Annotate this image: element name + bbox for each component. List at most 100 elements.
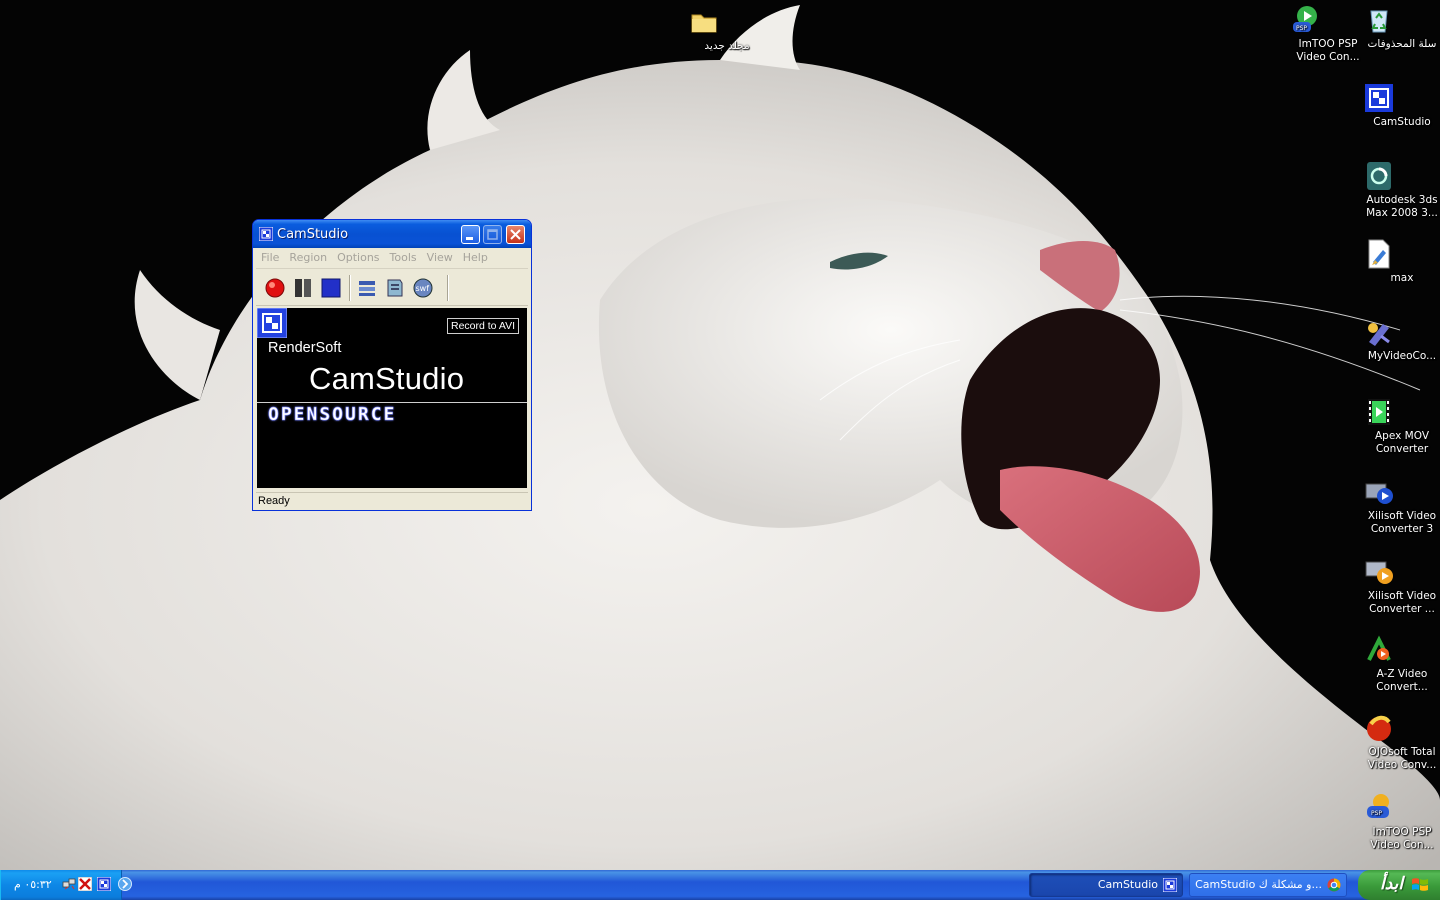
xilisoft-icon [1365,476,1418,508]
psp-video-icon: PSP [1293,4,1344,36]
desktop-icon-imtoo-psp-bottom[interactable]: PSP ImTOO PSP Video Con... [1363,792,1440,852]
network-icon[interactable] [62,877,76,891]
toolbar-separator [349,275,351,301]
taskbar-button-browser[interactable]: CamStudio و مشكلة ك... [1189,873,1347,897]
start-label: ابدأ [1380,874,1404,894]
start-button[interactable]: ابدأ [1358,870,1440,900]
system-tray: ٠٥:٣٢ م [0,870,132,900]
desktop-icon-label: ImTOO PSP Video Con... [1296,38,1360,63]
film-icon [1368,396,1418,428]
menu-region[interactable]: Region [284,248,332,267]
desktop-icon-label: Apex MOV Converter [1375,430,1429,455]
desktop-icon-recycle-bin[interactable]: سلة المحذوفات [1363,4,1440,51]
desktop-icon-max[interactable]: max [1363,238,1440,285]
maximize-icon [487,229,498,240]
menu-view[interactable]: View [422,248,458,267]
desktop-icon-label: A-Z Video Convert... [1376,668,1428,693]
camstudio-icon [259,227,273,241]
chevron-right-icon [122,879,129,889]
annotate-button[interactable] [384,277,406,299]
edition-label: OPENSOURCE [268,404,397,426]
windows-logo-icon [1412,878,1428,891]
ojosoft-icon [1367,712,1418,744]
vendor-name: RenderSoft [268,340,342,356]
pause-icon [295,279,311,297]
status-text: Ready [258,495,290,507]
menu-bar: File Region Options Tools View Help [256,248,528,269]
minimize-button[interactable] [461,225,480,244]
stop-button[interactable] [320,277,342,299]
menu-tools[interactable]: Tools [385,248,422,267]
minimize-icon [466,237,473,240]
record-button[interactable] [264,277,286,299]
desktop-icon-ojosoft[interactable]: OJOsoft Total Video Conv... [1363,712,1440,772]
close-button[interactable] [506,225,525,244]
window-title: CamStudio [277,227,349,242]
svg-text:PSP: PSP [1371,810,1382,817]
desktop-icon-label: Xilisoft Video Converter ... [1367,590,1437,615]
desktop-icon-label: MyVideoCo... [1367,350,1437,362]
taskbar-button-camstudio[interactable]: CamStudio [1029,873,1183,897]
swf-button[interactable]: swf [412,277,434,299]
product-name: CamStudio [309,361,465,396]
desktop[interactable]: مجلد جديد PSP ImTOO PSP Video Con... سلة… [0,0,1440,870]
swf-icon: swf [413,278,433,298]
desktop-icon-myvideoco[interactable]: MyVideoCo... [1363,316,1440,363]
desktop-icon-label: max [1390,272,1414,284]
az-video-icon [1367,634,1418,666]
desktop-icon-label: OJOsoft Total Video Conv... [1367,746,1437,771]
desktop-icon-label: CamStudio [1373,116,1431,128]
record-mode-label: Record to AVI [446,318,519,334]
desktop-icon-az-video[interactable]: A-Z Video Convert... [1363,634,1440,694]
desktop-icon-camstudio[interactable]: CamStudio [1363,82,1440,129]
camstudio-tray-icon[interactable] [97,877,111,891]
stop-icon [321,278,341,298]
taskbar: ٠٥:٣٢ م CamStudio CamStudio و مشكلة ك...… [0,870,1440,900]
window-titlebar[interactable]: CamStudio [253,220,531,248]
record-icon [265,278,285,298]
toolbar: swf [256,269,528,306]
menu-options[interactable]: Options [332,248,384,267]
taskbar-button-label: CamStudio [1097,878,1158,891]
video-converter-icon [1368,316,1418,348]
maximize-button[interactable] [483,225,502,244]
menu-help[interactable]: Help [458,248,493,267]
desktop-icon-label: Autodesk 3ds Max 2008 3... [1366,194,1438,219]
camstudio-window[interactable]: CamStudio File Region Options Tools View Help [252,219,532,511]
camstudio-icon [1365,82,1418,114]
svg-text:PSP: PSP [1296,25,1307,32]
preview-screen: Record to AVI RenderSoft CamStudio OPENS… [257,308,527,488]
tray-clock[interactable]: ٠٥:٣٢ م [14,878,52,891]
psp-video-icon: PSP [1367,792,1418,824]
max-file-icon [1368,238,1418,270]
desktop-icon-autodesk-3ds[interactable]: Autodesk 3ds Max 2008 3... [1363,160,1440,220]
show-hidden-icons-button[interactable] [118,877,132,891]
taskbar-button-label: CamStudio و مشكلة ك... [1195,878,1322,891]
antivirus-icon[interactable] [78,877,92,891]
camstudio-icon [1163,878,1177,892]
close-icon [510,229,521,240]
chrome-icon [1327,878,1341,892]
desktop-icon-imtoo-psp-top[interactable]: PSP ImTOO PSP Video Con... [1289,4,1367,64]
logo-divider [257,402,527,403]
region-button[interactable] [356,277,378,299]
menu-file[interactable]: File [256,248,284,267]
desktop-icon-label: مجلد جديد [704,40,750,52]
pause-button[interactable] [292,277,314,299]
desktop-icon-xilisoft-3[interactable]: Xilisoft Video Converter 3 [1363,476,1440,536]
desktop-icon-apex-mov[interactable]: Apex MOV Converter [1363,396,1440,456]
desktop-icon-new-folder[interactable]: مجلد جديد [688,6,766,53]
folder-icon [691,6,743,38]
xilisoft-play-icon [1365,556,1418,588]
recycle-bin-icon [1370,4,1418,36]
wallpaper-white-lion [0,0,1440,870]
annotate-icon [387,279,403,297]
region-icon [359,281,375,296]
desktop-icon-label: ImTOO PSP Video Con... [1370,826,1434,851]
desktop-icon-label: سلة المحذوفات [1367,38,1437,50]
3dsmax-icon [1367,160,1418,192]
desktop-icon-label: Xilisoft Video Converter 3 [1367,510,1437,535]
desktop-icon-xilisoft[interactable]: Xilisoft Video Converter ... [1363,556,1440,616]
status-bar: Ready [256,492,528,510]
swf-label: swf [416,284,430,293]
